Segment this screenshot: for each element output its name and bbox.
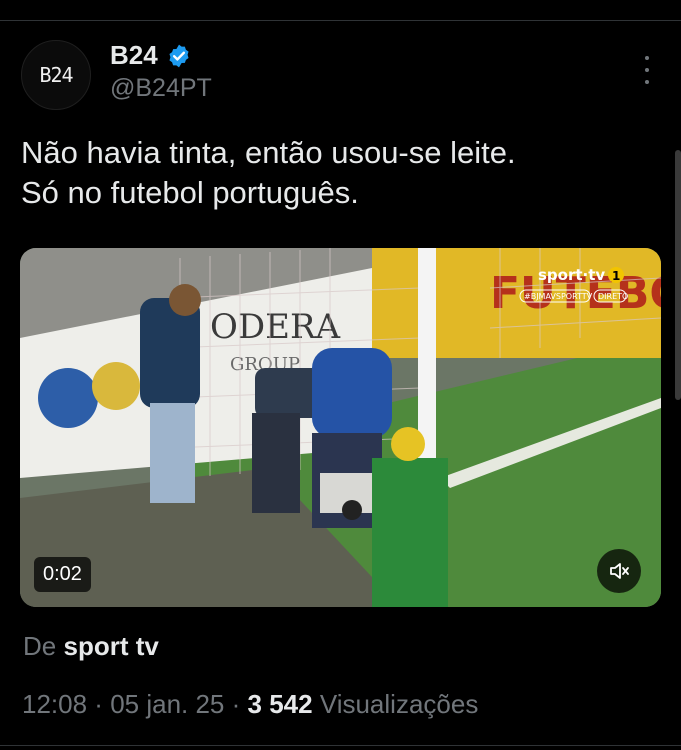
person-right — [312, 348, 392, 438]
bottom-divider — [0, 745, 681, 746]
channel-logo: sport·tv — [538, 266, 605, 284]
source-link[interactable]: sport tv — [63, 631, 158, 661]
tweet-time[interactable]: 12:08 — [22, 689, 87, 719]
video-timer: 0:02 — [34, 557, 91, 592]
ad-globe — [38, 368, 98, 428]
tweet-date[interactable]: 05 jan. 25 — [110, 689, 224, 719]
green-pole — [372, 458, 448, 607]
tweet-line: Só no futebol português. — [21, 175, 359, 210]
top-divider — [0, 20, 681, 21]
avatar[interactable]: B24 — [21, 40, 91, 110]
handle[interactable]: @B24PT — [110, 74, 212, 103]
channel-number: 1 — [612, 269, 620, 283]
verified-badge-icon — [166, 43, 192, 69]
meta-separator: · — [224, 689, 248, 719]
author-name-row[interactable]: B24 — [110, 40, 192, 71]
tweet-line: Não havia tinta, então usou-se leite. — [21, 135, 516, 170]
source-prefix: De — [23, 631, 57, 661]
channel-sub: #BJMAVSPORTTV — [524, 292, 593, 301]
live-label: DIRETO — [598, 292, 628, 301]
video-frame: FUTEBOL ODERA GROUP — [20, 248, 661, 607]
tweet-text: Não havia tinta, então usou-se leite. Só… — [21, 133, 661, 213]
video-source: De sport tv — [23, 631, 159, 662]
display-name[interactable]: B24 — [110, 40, 158, 71]
tweet-meta: 12:08 · 05 jan. 25 · 3 542 Visualizações — [22, 689, 478, 720]
ball — [391, 427, 425, 461]
views-label: Visualizações — [312, 689, 479, 719]
volume-muted-icon[interactable] — [597, 549, 641, 593]
video-player[interactable]: FUTEBOL ODERA GROUP — [20, 248, 661, 607]
views-count[interactable]: 3 542 — [248, 689, 313, 719]
more-options-icon[interactable] — [637, 56, 657, 84]
avatar-logo-text: B24 — [39, 63, 73, 87]
meta-separator: · — [87, 689, 111, 719]
ad-circle — [92, 362, 140, 410]
scrollbar[interactable] — [675, 150, 681, 400]
banner-text: ODERA — [210, 307, 341, 347]
